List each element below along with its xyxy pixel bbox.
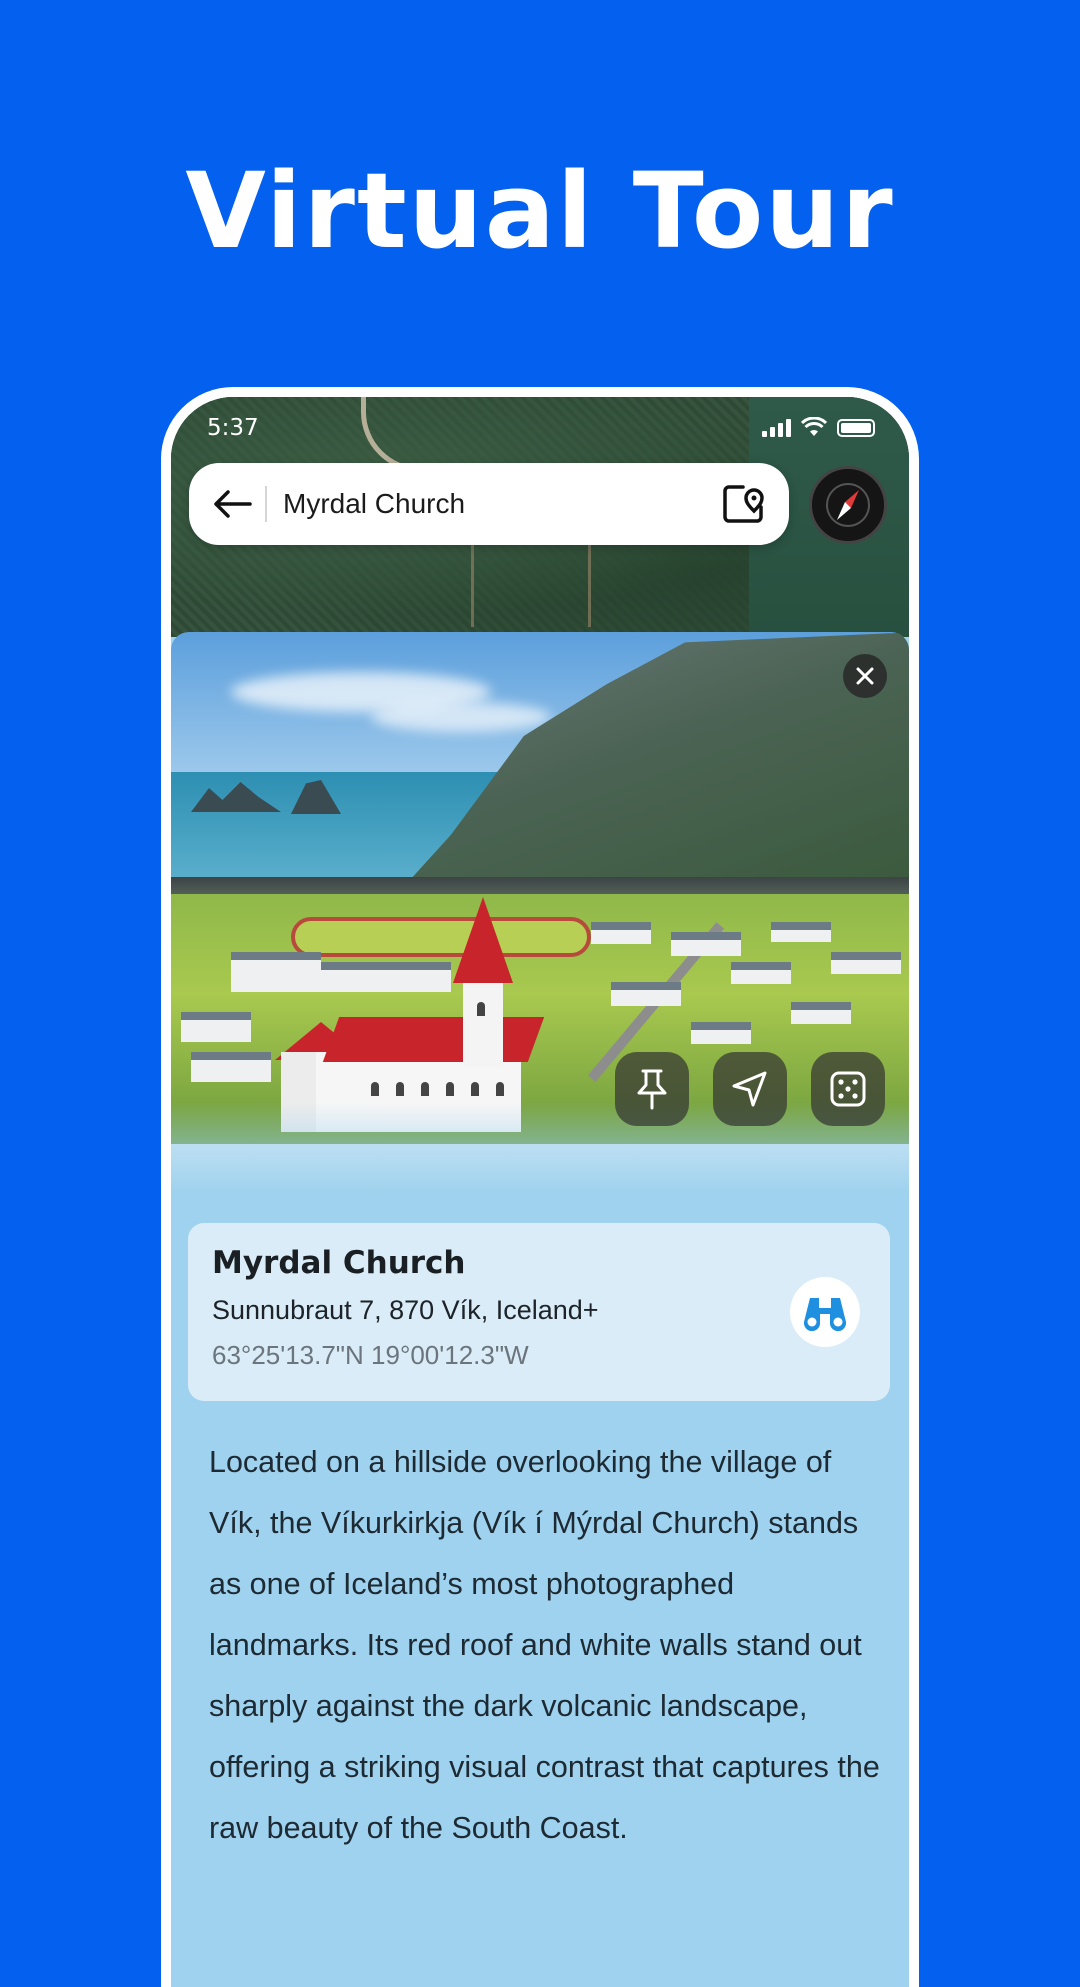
binoculars-icon: [803, 1298, 847, 1332]
arrow-left-icon: [214, 490, 252, 518]
place-address: Sunnubraut 7, 870 Vík, Iceland+: [212, 1295, 599, 1325]
status-icons: [762, 417, 875, 437]
map-pin-button[interactable]: [719, 479, 769, 529]
compass-button[interactable]: [809, 466, 887, 544]
map-trail: [471, 537, 591, 627]
search-input[interactable]: Myrdal Church: [283, 488, 719, 520]
promo-title: Virtual Tour: [185, 150, 895, 272]
battery-icon: [837, 419, 875, 437]
navigate-button[interactable]: [713, 1052, 787, 1126]
status-bar: 5:37: [171, 397, 909, 457]
dice-icon: [830, 1071, 866, 1107]
place-coordinates: 63°25'13.7"N 19°00'12.3"W: [212, 1340, 529, 1370]
status-time: 5:37: [207, 415, 259, 441]
map-pin-icon: [723, 485, 764, 523]
place-photo: [171, 632, 909, 1192]
cellular-signal-icon: [762, 419, 791, 437]
place-name: Myrdal Church: [212, 1245, 466, 1281]
compass-icon: [826, 483, 870, 527]
search-bar[interactable]: Myrdal Church: [189, 463, 789, 545]
random-place-button[interactable]: [811, 1052, 885, 1126]
search-divider: [265, 486, 267, 522]
phone-frame: 5:37 Myrdal Church Myrdal Church Sunnubr…: [161, 387, 919, 1987]
street-view-button[interactable]: [790, 1277, 860, 1347]
back-button[interactable]: [209, 481, 255, 527]
place-description: Located on a hillside overlooking the vi…: [209, 1445, 880, 1845]
pushpin-icon: [637, 1069, 667, 1110]
navigation-arrow-icon: [732, 1071, 767, 1107]
pin-button[interactable]: [615, 1052, 689, 1126]
wifi-icon: [801, 417, 827, 436]
close-button[interactable]: [843, 654, 887, 698]
close-icon: [856, 667, 874, 685]
place-info-card: Myrdal Church Sunnubraut 7, 870 Vík, Ice…: [188, 1223, 890, 1401]
